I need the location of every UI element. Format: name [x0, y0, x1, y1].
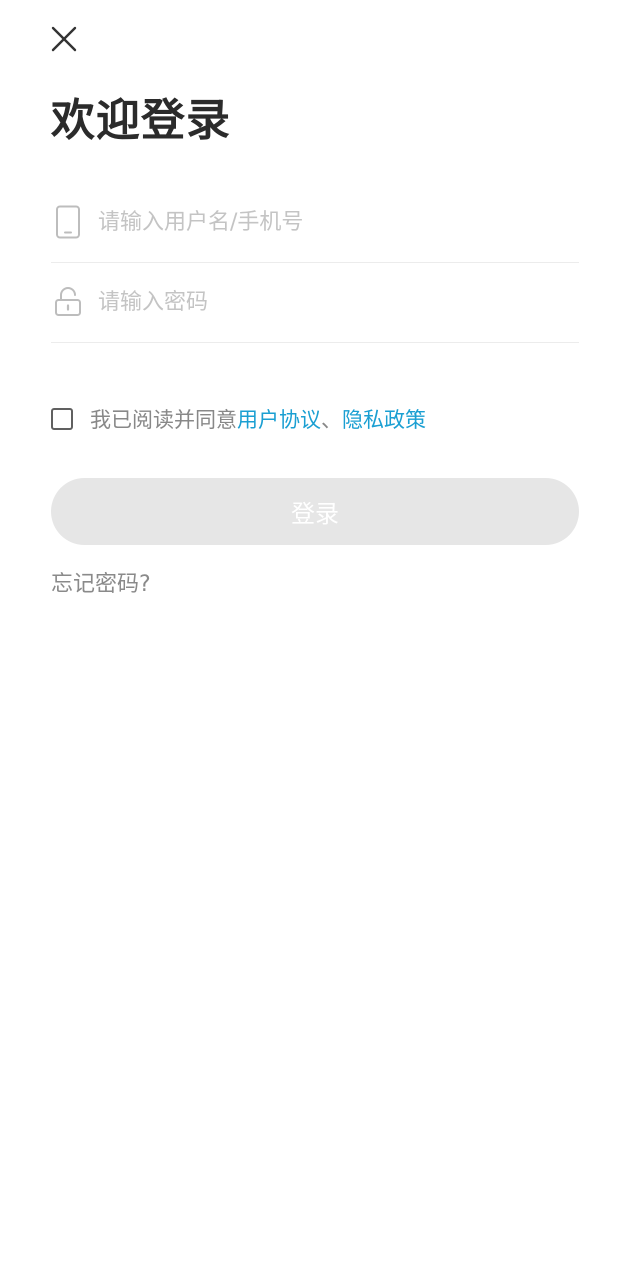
- lock-icon: [52, 282, 84, 322]
- forgot-password-link[interactable]: 忘记密码?: [51, 566, 151, 604]
- agreement-row: 我已阅读并同意 用户协议 、 隐私政策: [51, 400, 426, 438]
- password-input[interactable]: [98, 282, 579, 322]
- agreement-separator: 、: [321, 408, 342, 432]
- username-field-row: [51, 182, 579, 263]
- password-field-row: [51, 262, 579, 343]
- login-screen: 欢迎登录 我已阅读并同意 用户协议 、 隐私政策 登录 忘记密码?: [0, 0, 630, 1280]
- phone-icon: [52, 202, 84, 242]
- agreement-checkbox[interactable]: [51, 408, 73, 430]
- login-button[interactable]: 登录: [51, 478, 579, 545]
- username-input[interactable]: [98, 202, 579, 242]
- agreement-prefix: 我已阅读并同意: [90, 408, 237, 432]
- close-button[interactable]: [47, 22, 81, 56]
- user-agreement-link[interactable]: 用户协议: [237, 404, 321, 434]
- privacy-policy-link[interactable]: 隐私政策: [342, 404, 426, 434]
- page-title: 欢迎登录: [51, 95, 231, 146]
- close-icon: [51, 26, 77, 52]
